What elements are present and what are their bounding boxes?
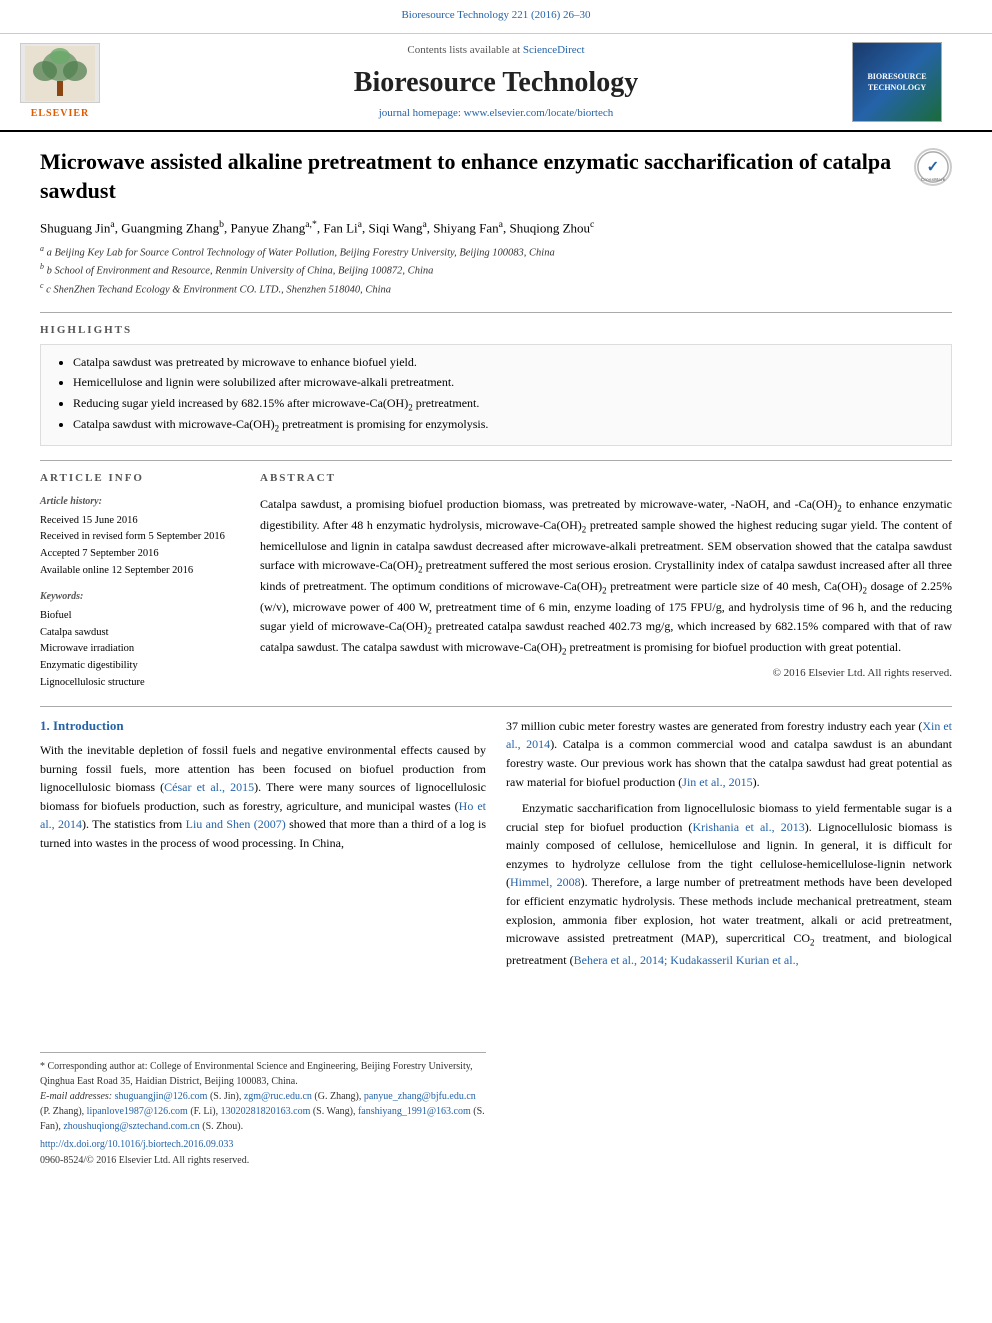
keyword-3: Microwave irradiation (40, 641, 240, 658)
divider-3 (40, 706, 952, 707)
highlight-item: Reducing sugar yield increased by 682.15… (73, 394, 939, 415)
affiliation-c: c c ShenZhen Techand Ecology & Environme… (40, 280, 952, 298)
ref-behera[interactable]: Behera et al., 2014; Kudakasseril Kurian… (574, 953, 799, 967)
email-link-6[interactable]: fanshiyang_1991@163.com (358, 1106, 471, 1117)
crossmark-badge: ✓ CrossMark (914, 148, 952, 186)
history-label: Article history: (40, 495, 240, 509)
abstract-label: ABSTRACT (260, 471, 952, 486)
keyword-5: Lignocellulosic structure (40, 675, 240, 692)
journal-cover-area: BIORESOURCE TECHNOLOGY (852, 42, 972, 122)
journal-homepage[interactable]: journal homepage: www.elsevier.com/locat… (140, 106, 852, 121)
footnote-emails: E-mail addresses: shuguangjin@126.com (S… (40, 1089, 486, 1134)
ref-xin[interactable]: Xin et al., 2014 (506, 719, 952, 752)
article-info-abstract: ARTICLE INFO Article history: Received 1… (40, 471, 952, 692)
email-link-2[interactable]: zgm@ruc.edu.cn (244, 1091, 312, 1102)
section-1-heading: 1. Introduction (40, 717, 486, 735)
keywords-label: Keywords: (40, 590, 240, 604)
highlight-item: Catalpa sawdust with microwave-Ca(OH)2 p… (73, 415, 939, 436)
affiliation-a: a a Beijing Key Lab for Source Control T… (40, 243, 952, 261)
elsevier-brand: ELSEVIER (31, 107, 90, 121)
ref-jin[interactable]: Jin et al., 2015 (682, 775, 752, 789)
divider-1 (40, 312, 952, 313)
article-info-label: ARTICLE INFO (40, 471, 240, 486)
affiliation-b: b b School of Environment and Resource, … (40, 261, 952, 279)
highlights-box: Catalpa sawdust was pretreated by microw… (40, 344, 952, 446)
email-link-1[interactable]: shuguangjin@126.com (115, 1091, 208, 1102)
ref-krishania[interactable]: Krishania et al., 2013 (692, 820, 804, 834)
intro-two-col: 1. Introduction With the inevitable depl… (40, 717, 952, 1169)
svg-text:CrossMark: CrossMark (921, 178, 946, 184)
keyword-4: Enzymatic digestibility (40, 658, 240, 675)
abstract-text: Catalpa sawdust, a promising biofuel pro… (260, 495, 952, 660)
highlights-list: Catalpa sawdust was pretreated by microw… (53, 353, 939, 436)
elsevier-logo-area: ELSEVIER (20, 43, 140, 121)
highlight-item: Hemicellulose and lignin were solubilize… (73, 373, 939, 392)
available-online-date: Available online 12 September 2016 (40, 563, 240, 580)
keyword-2: Catalpa sawdust (40, 625, 240, 642)
authors-line: Shuguang Jina, Guangming Zhangb, Panyue … (40, 218, 952, 238)
introduction-section: 1. Introduction With the inevitable depl… (40, 717, 952, 1169)
affiliations: a a Beijing Key Lab for Source Control T… (40, 243, 952, 298)
received-date: Received 15 June 2016 (40, 513, 240, 530)
received-revised-date: Received in revised form 5 September 201… (40, 529, 240, 546)
intro-paragraph-2: 37 million cubic meter forestry wastes a… (506, 717, 952, 791)
article-info-column: ARTICLE INFO Article history: Received 1… (40, 471, 240, 692)
journal-cover-image: BIORESOURCE TECHNOLOGY (852, 42, 942, 122)
ref-himmel[interactable]: Himmel, 2008 (510, 875, 581, 889)
accepted-date: Accepted 7 September 2016 (40, 546, 240, 563)
journal-citation: Bioresource Technology 221 (2016) 26–30 (0, 8, 992, 23)
journal-title: Bioresource Technology (140, 63, 852, 102)
copyright-line: © 2016 Elsevier Ltd. All rights reserved… (260, 666, 952, 681)
highlight-item: Catalpa sawdust was pretreated by microw… (73, 353, 939, 372)
sciencedirect-line: Contents lists available at ScienceDirec… (140, 43, 852, 58)
ref-liu-shen[interactable]: Liu and Shen (2007) (186, 817, 286, 831)
intro-left-col: 1. Introduction With the inevitable depl… (40, 717, 486, 1169)
keyword-1: Biofuel (40, 608, 240, 625)
keywords-section: Keywords: Biofuel Catalpa sawdust Microw… (40, 590, 240, 692)
highlights-section: HIGHLIGHTS Catalpa sawdust was pretreate… (40, 323, 952, 446)
footnote-corresponding: * Corresponding author at: College of En… (40, 1059, 486, 1089)
doi-link[interactable]: http://dx.doi.org/10.1016/j.biortech.201… (40, 1138, 486, 1152)
email-link-5[interactable]: 13020281820163.com (221, 1106, 311, 1117)
elsevier-tree-image (20, 43, 100, 103)
footnote-section: * Corresponding author at: College of En… (40, 1052, 486, 1168)
email-link-7[interactable]: zhoushuqiong@sztechand.com.cn (63, 1121, 199, 1132)
issn-line: 0960-8524/© 2016 Elsevier Ltd. All right… (40, 1154, 486, 1168)
footnotes-area: * Corresponding author at: College of En… (40, 1052, 486, 1168)
ref-cesar[interactable]: César et al., 2015 (164, 780, 254, 794)
email-link-3[interactable]: panyue_zhang@bjfu.edu.cn (364, 1091, 476, 1102)
sciencedirect-link[interactable]: ScienceDirect (523, 44, 585, 56)
intro-right-col: 37 million cubic meter forestry wastes a… (506, 717, 952, 1169)
abstract-column: ABSTRACT Catalpa sawdust, a promising bi… (260, 471, 952, 692)
email-link-4[interactable]: lipanlove1987@126.com (87, 1106, 188, 1117)
divider-2 (40, 460, 952, 461)
svg-text:✓: ✓ (927, 159, 940, 176)
intro-paragraph-3: Enzymatic saccharification from lignocel… (506, 799, 952, 969)
intro-paragraph-1: With the inevitable depletion of fossil … (40, 741, 486, 853)
journal-header-center: Contents lists available at ScienceDirec… (140, 43, 852, 121)
article-title: Microwave assisted alkaline pretreatment… (40, 148, 952, 205)
highlights-label: HIGHLIGHTS (40, 323, 952, 338)
